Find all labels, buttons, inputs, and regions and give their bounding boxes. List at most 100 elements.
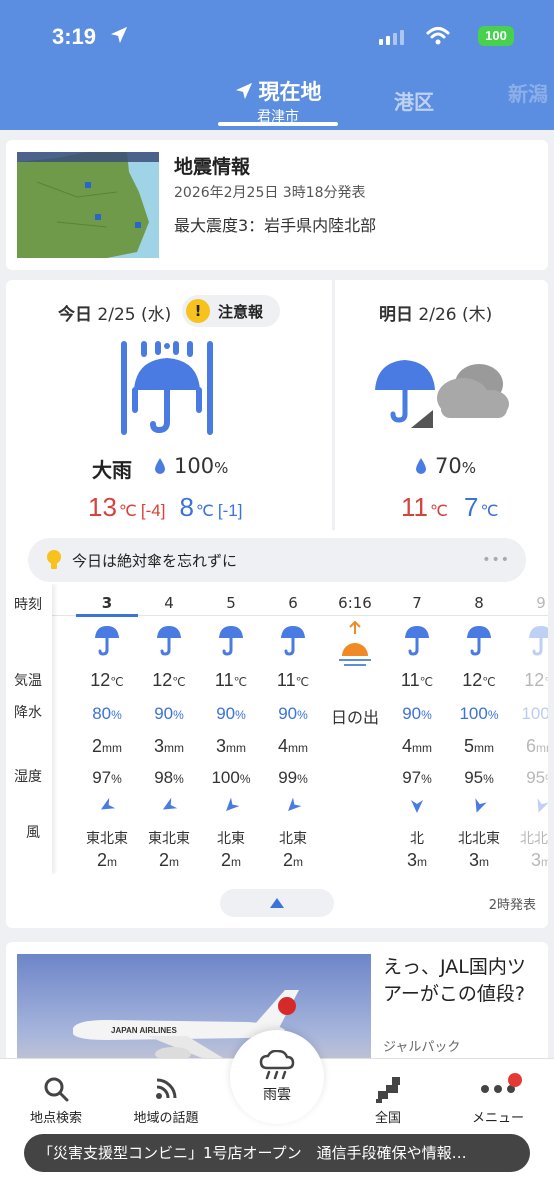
tab-current-location[interactable]: 現在地 君津市 bbox=[218, 76, 338, 126]
hour-wind-direction: 北北東 bbox=[458, 831, 500, 847]
sunrise-column: 6:16 日の出 bbox=[324, 584, 386, 874]
hour-wind-speed: 2m bbox=[158, 850, 179, 870]
ad-source: ジャルパック bbox=[383, 1040, 461, 1055]
sunrise-label: 日の出 bbox=[330, 708, 379, 727]
hour-precip-prob: 100% bbox=[521, 704, 548, 723]
hour-rainfall: 4mm bbox=[277, 736, 308, 756]
hour-column: 7 11℃ 90% 4mm 97% 北 3m bbox=[386, 584, 448, 874]
hour-wind-direction: 北北東 bbox=[520, 831, 548, 847]
rss-icon bbox=[156, 1078, 177, 1099]
hour-column: 4 12℃ 90% 3mm 98% 東北東 2m bbox=[138, 584, 200, 874]
warning-icon: ! bbox=[186, 299, 210, 323]
hour-column: 8 12℃ 100% 5mm 95% 北北東 3m bbox=[448, 584, 510, 874]
tomorrow-temps: 11 ℃ 7 ℃ bbox=[401, 492, 499, 522]
label-hour: 時刻 bbox=[14, 597, 42, 613]
wind-arrow-icon bbox=[76, 797, 138, 814]
rain-cloud-icon bbox=[259, 1049, 295, 1080]
hour-rainfall: 2mm bbox=[91, 736, 122, 756]
earthquake-date: 2026年2月25日 3時18分発表 bbox=[174, 185, 366, 201]
hour-humidity: 99% bbox=[278, 768, 308, 787]
hour-wind-speed: 3m bbox=[406, 850, 427, 870]
app-header: 3:19 100 現在地 君津市 港区 新潟 bbox=[0, 0, 554, 130]
today-condition: 大雨 bbox=[92, 458, 132, 482]
today-high-diff: [-4] bbox=[140, 501, 166, 520]
tomorrow-forecast[interactable]: 明日 2/26 (木) 70% 11 ℃ 7 ℃ bbox=[335, 280, 548, 530]
umbrella-icon bbox=[386, 624, 448, 656]
hour-wind-speed: 2m bbox=[220, 850, 241, 870]
today-low-diff: [-1] bbox=[217, 501, 243, 520]
hour-label: 8 bbox=[474, 594, 484, 612]
hour-humidity: 97% bbox=[92, 768, 122, 787]
nav-topics-label: 地域の話題 bbox=[133, 1111, 199, 1126]
rain-radar-button[interactable]: 雨雲 bbox=[230, 1030, 324, 1124]
hour-humidity: 97% bbox=[402, 768, 432, 787]
hour-precip-prob: 80% bbox=[92, 704, 122, 723]
forecast-card: 今日 2/25 (水) ! 注意報 大雨 100% 13 ℃ [-4] 8 ℃ [-1] bbox=[6, 280, 548, 928]
nav-search-label: 地点検索 bbox=[29, 1111, 82, 1126]
hourly-forecast[interactable]: 3 12℃ 80% 2mm 97% 東北東 2m 4 12℃ 90% 3mm 98% 東北東 2m 5 11℃… bbox=[6, 584, 548, 874]
hour-label: 9 bbox=[536, 594, 546, 612]
label-wind: 風 bbox=[26, 825, 40, 841]
umbrella-icon bbox=[262, 624, 324, 656]
hour-humidity: 95% bbox=[464, 768, 494, 787]
today-low: 8 bbox=[179, 492, 194, 522]
earthquake-map bbox=[17, 152, 159, 258]
more-icon[interactable]: ••• bbox=[482, 552, 510, 568]
japan-map-icon bbox=[376, 1077, 400, 1103]
hour-label: 6 bbox=[288, 594, 298, 612]
nav-search[interactable]: 地点検索 bbox=[6, 1071, 106, 1126]
hour-precip-prob: 90% bbox=[154, 704, 184, 723]
nav-menu-label: メニュー bbox=[471, 1111, 524, 1126]
nav-japan[interactable]: 全国 bbox=[338, 1071, 438, 1126]
advisory-badge[interactable]: ! 注意報 bbox=[182, 295, 280, 327]
tip-banner[interactable]: 今日は絶対傘を忘れずに ••• bbox=[28, 538, 526, 582]
ad-plane-text: JAPAN AIRLINES bbox=[111, 1026, 177, 1035]
earthquake-card[interactable]: 地震情報 2026年2月25日 3時18分発表 最大震度3：岩手県内陸北部 bbox=[6, 140, 548, 270]
wind-arrow-icon bbox=[386, 798, 448, 814]
hour-temp: 11℃ bbox=[400, 670, 434, 690]
status-bar: 3:19 100 bbox=[52, 22, 514, 52]
hour-column: 6 11℃ 90% 4mm 99% 北東 2m bbox=[262, 584, 324, 874]
hour-wind-speed: 3m bbox=[468, 850, 489, 870]
tomorrow-heading: 明日 2/26 (木) bbox=[379, 305, 493, 325]
location-arrow-icon bbox=[110, 26, 128, 44]
hour-label: 6:16 bbox=[338, 594, 372, 612]
sunrise-icon bbox=[324, 620, 386, 670]
hour-rainfall: 3mm bbox=[215, 736, 246, 756]
hour-column: 5 11℃ 90% 3mm 100% 北東 2m bbox=[200, 584, 262, 874]
hour-precip-prob: 100% bbox=[459, 704, 499, 723]
hour-label: 4 bbox=[164, 594, 174, 612]
umbrella-icon bbox=[76, 624, 138, 656]
tab-niigata[interactable]: 新潟 bbox=[508, 78, 548, 107]
advisory-label: 注意報 bbox=[218, 302, 264, 321]
nav-topics[interactable]: 地域の話題 bbox=[116, 1071, 216, 1126]
hour-temp: 12℃ bbox=[152, 670, 186, 690]
umbrella-icon bbox=[448, 624, 510, 656]
search-icon bbox=[44, 1077, 69, 1102]
umbrella-icon bbox=[138, 624, 200, 656]
nav-menu[interactable]: メニュー bbox=[448, 1071, 548, 1126]
today-forecast[interactable]: 今日 2/25 (水) ! 注意報 大雨 100% 13 ℃ [-4] 8 ℃ [-1] bbox=[6, 280, 332, 530]
hour-rainfall: 3mm bbox=[153, 736, 184, 756]
wind-arrow-icon bbox=[510, 798, 548, 814]
chevron-up-icon bbox=[270, 898, 284, 908]
earthquake-title: 地震情報 bbox=[174, 156, 251, 178]
hour-wind-direction: 東北東 bbox=[86, 831, 128, 847]
collapse-button[interactable] bbox=[220, 889, 334, 917]
today-precip: 100% bbox=[154, 454, 228, 478]
active-tab-indicator bbox=[218, 122, 338, 126]
hour-precip-prob: 90% bbox=[216, 704, 246, 723]
hour-humidity: 100% bbox=[211, 768, 251, 787]
hour-wind-speed: 3m bbox=[530, 850, 548, 870]
hour-rainfall: 6mm bbox=[525, 736, 548, 756]
row-labels: 時刻 気温 降水 湿度 風 bbox=[6, 584, 52, 874]
wind-arrow-icon bbox=[200, 797, 262, 814]
raindrop-icon bbox=[416, 458, 426, 474]
hour-temp: 12℃ bbox=[462, 670, 496, 690]
tomorrow-low: 7 bbox=[463, 492, 479, 522]
news-ticker[interactable]: 「災害支援型コンビニ」1号店オープン 通信手段確保や情報… bbox=[24, 1134, 530, 1172]
hour-rainfall: 4mm bbox=[401, 736, 432, 756]
tomorrow-high: 11 bbox=[401, 492, 428, 522]
hour-wind-direction: 北東 bbox=[217, 831, 245, 847]
tab-minato[interactable]: 港区 bbox=[394, 86, 434, 115]
